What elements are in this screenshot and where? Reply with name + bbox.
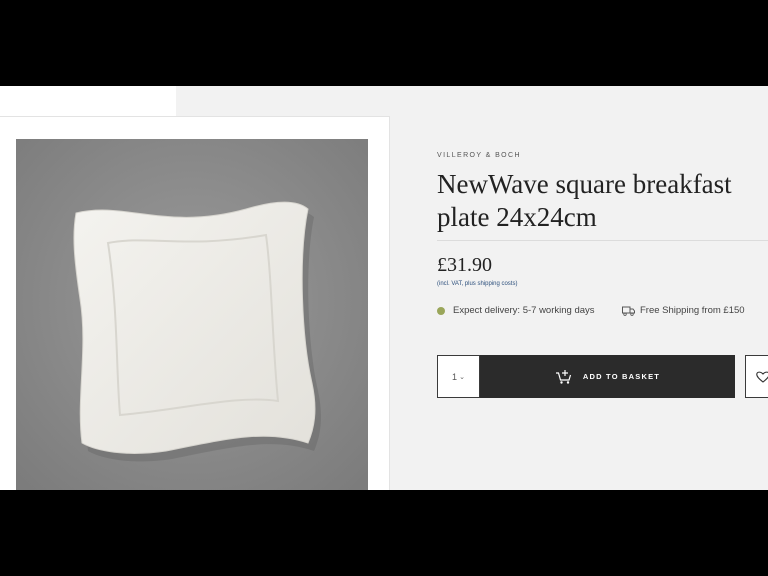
vat-note[interactable]: (incl. VAT, plus shipping costs)	[437, 281, 517, 287]
free-shipping-info: Free Shipping from £150	[622, 305, 745, 316]
product-brand[interactable]: VILLEROY & BOCH	[437, 152, 521, 159]
availability-dot-icon	[437, 306, 445, 315]
plate-image	[16, 139, 368, 490]
header-strip	[0, 86, 176, 116]
quantity-value: 1	[452, 371, 458, 382]
quantity-select[interactable]: 1 ⌄	[437, 355, 480, 398]
heart-icon	[756, 371, 768, 383]
product-image-card	[0, 116, 390, 490]
add-to-basket-button[interactable]: ADD TO BASKET	[480, 355, 735, 398]
product-page: VILLEROY & BOCH NewWave square breakfast…	[0, 86, 768, 490]
product-image[interactable]	[16, 139, 368, 490]
product-price: £31.90	[437, 254, 492, 276]
add-to-basket-label: ADD TO BASKET	[582, 372, 661, 381]
product-title: NewWave square breakfast plate 24x24cm	[437, 169, 732, 232]
chevron-down-icon: ⌄	[459, 373, 465, 381]
cart-plus-icon	[555, 369, 571, 384]
truck-icon	[622, 306, 635, 316]
delivery-estimate: Expect delivery: 5-7 working days	[437, 305, 595, 316]
wishlist-button[interactable]	[745, 355, 768, 398]
divider	[437, 240, 768, 241]
shipping-text: Free Shipping from £150	[640, 305, 745, 316]
delivery-text: Expect delivery: 5-7 working days	[453, 305, 595, 316]
